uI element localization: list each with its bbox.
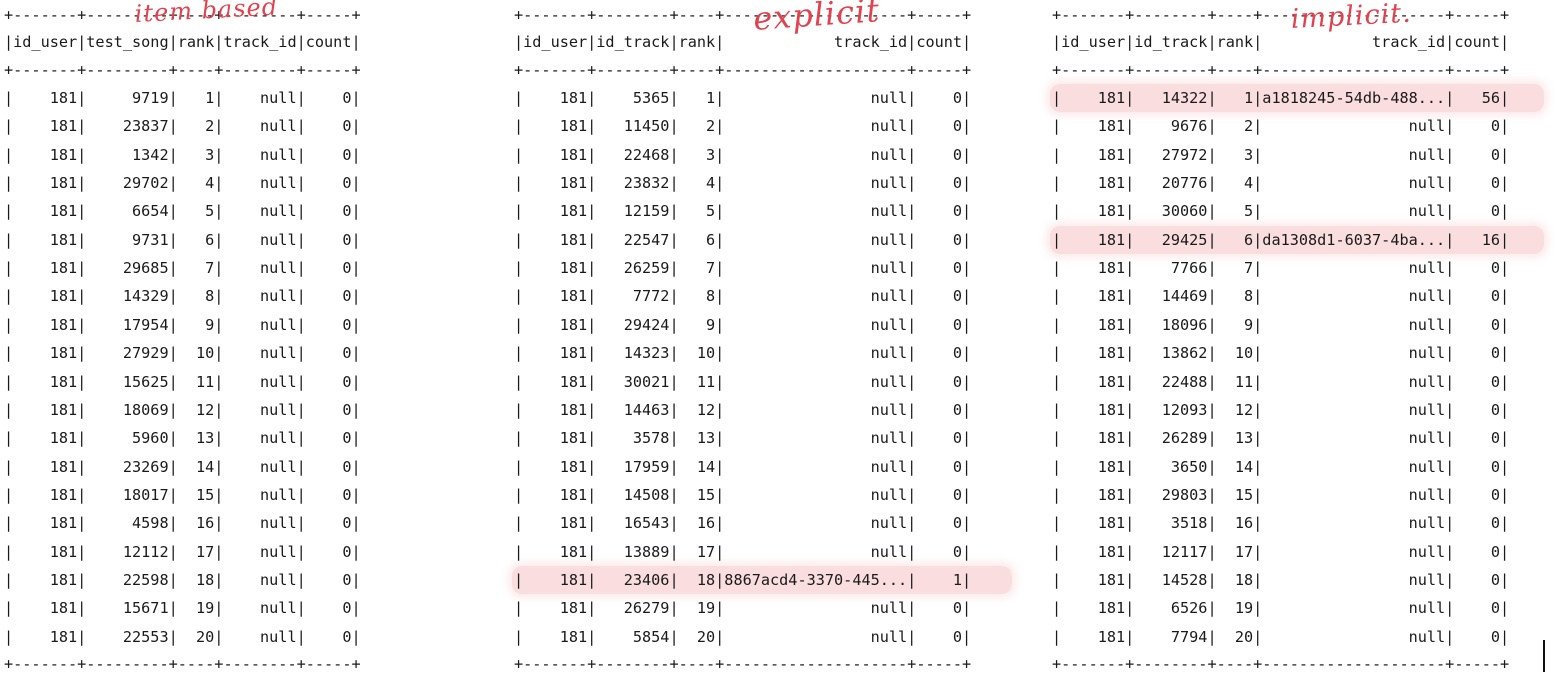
table-header: |id_user|id_track|rank| track_id|count| bbox=[1052, 33, 1510, 51]
table-row: | 181| 17959| 14| null| 0| bbox=[514, 457, 972, 476]
table-row: | 181| 4598| 16| null| 0| bbox=[4, 514, 361, 533]
table-border-top: +-------+--------+----+-----------------… bbox=[1052, 6, 1510, 24]
table-row: | 181| 18017| 15| null| 0| bbox=[4, 485, 361, 504]
table-row: | 181| 23832| 4| null| 0| bbox=[514, 174, 972, 193]
text-cursor bbox=[1543, 640, 1545, 672]
table-row: | 181| 27972| 3| null| 0| bbox=[1052, 145, 1510, 164]
table-row: | 181| 23406| 18|8867acd4-3370-445...| 1… bbox=[514, 570, 972, 589]
table-row: | 181| 5960| 13| null| 0| bbox=[4, 429, 361, 448]
table-row: | 181| 22553| 20| null| 0| bbox=[4, 627, 361, 646]
table-row: | 181| 15671| 19| null| 0| bbox=[4, 599, 361, 618]
table-row: | 181| 3650| 14| null| 0| bbox=[1052, 457, 1510, 476]
table-border-bottom: +-------+--------+----+-----------------… bbox=[514, 655, 972, 673]
table-row: | 181| 12093| 12| null| 0| bbox=[1052, 400, 1510, 419]
table-row: | 181| 22468| 3| null| 0| bbox=[514, 145, 972, 164]
table-row: | 181| 6654| 5| null| 0| bbox=[4, 202, 361, 221]
table-header: |id_user|test_song|rank|track_id|count| bbox=[4, 33, 361, 51]
table-row: | 181| 9676| 2| null| 0| bbox=[1052, 117, 1510, 136]
table-row: | 181| 7766| 7| null| 0| bbox=[1052, 259, 1510, 278]
table-border-bottom: +-------+--------+----+-----------------… bbox=[1052, 655, 1510, 673]
table-row: | 181| 18069| 12| null| 0| bbox=[4, 400, 361, 419]
table-row: | 181| 14322| 1|a1818245-54db-488...| 56… bbox=[1052, 89, 1510, 107]
table-row: | 181| 14329| 8| null| 0| bbox=[4, 287, 361, 306]
table-row: | 181| 23269| 14| null| 0| bbox=[4, 457, 361, 476]
table-row: | 181| 9719| 1| null| 0| bbox=[4, 89, 361, 107]
table-row: | 181| 26279| 19| null| 0| bbox=[514, 599, 972, 618]
table-row: | 181| 29685| 7| null| 0| bbox=[4, 259, 361, 278]
table-row: | 181| 6526| 19| null| 0| bbox=[1052, 599, 1510, 618]
table-row: | 181| 29424| 9| null| 0| bbox=[514, 315, 972, 334]
table-row: | 181| 7772| 8| null| 0| bbox=[514, 287, 972, 306]
table-row: | 181| 3518| 16| null| 0| bbox=[1052, 514, 1510, 533]
table-row: | 181| 29803| 15| null| 0| bbox=[1052, 485, 1510, 504]
table-row: | 181| 14323| 10| null| 0| bbox=[514, 344, 972, 363]
table-row: | 181| 29425| 6|da1308d1-6037-4ba...| 16… bbox=[1052, 230, 1510, 249]
table-row: | 181| 12117| 17| null| 0| bbox=[1052, 542, 1510, 561]
table-border-bottom: +-------+---------+----+--------+-----+ bbox=[4, 655, 361, 673]
table-row: | 181| 14508| 15| null| 0| bbox=[514, 485, 972, 504]
table-row: | 181| 16543| 16| null| 0| bbox=[514, 514, 972, 533]
table-header: |id_user|id_track|rank| track_id|count| bbox=[514, 33, 972, 51]
table-border-mid: +-------+--------+----+-----------------… bbox=[1052, 61, 1510, 79]
table-row: | 181| 5854| 20| null| 0| bbox=[514, 627, 972, 646]
table-row: | 181| 14463| 12| null| 0| bbox=[514, 400, 972, 419]
table-row: | 181| 5365| 1| null| 0| bbox=[514, 89, 972, 107]
table-row: | 181| 12112| 17| null| 0| bbox=[4, 542, 361, 561]
table-row: | 181| 20776| 4| null| 0| bbox=[1052, 174, 1510, 193]
table-row: | 181| 29702| 4| null| 0| bbox=[4, 174, 361, 193]
table-row: | 181| 9731| 6| null| 0| bbox=[4, 230, 361, 249]
table-row: | 181| 13862| 10| null| 0| bbox=[1052, 344, 1510, 363]
table-row: | 181| 30060| 5| null| 0| bbox=[1052, 202, 1510, 221]
table-border-mid: +-------+---------+----+--------+-----+ bbox=[4, 61, 361, 79]
table-row: | 181| 14528| 18| null| 0| bbox=[1052, 570, 1510, 589]
table-row: | 181| 13889| 17| null| 0| bbox=[514, 542, 972, 561]
table-row: | 181| 12159| 5| null| 0| bbox=[514, 202, 972, 221]
table-row: | 181| 1342| 3| null| 0| bbox=[4, 145, 361, 164]
table-row: | 181| 14469| 8| null| 0| bbox=[1052, 287, 1510, 306]
table-row: | 181| 22547| 6| null| 0| bbox=[514, 230, 972, 249]
table-row: | 181| 17954| 9| null| 0| bbox=[4, 315, 361, 334]
table-row: | 181| 3578| 13| null| 0| bbox=[514, 429, 972, 448]
table-row: | 181| 30021| 11| null| 0| bbox=[514, 372, 972, 391]
table-row: | 181| 18096| 9| null| 0| bbox=[1052, 315, 1510, 334]
table-row: | 181| 23837| 2| null| 0| bbox=[4, 117, 361, 136]
table-border-mid: +-------+--------+----+-----------------… bbox=[514, 61, 972, 79]
table-row: | 181| 26259| 7| null| 0| bbox=[514, 259, 972, 278]
table-row: | 181| 11450| 2| null| 0| bbox=[514, 117, 972, 136]
table-row: | 181| 7794| 20| null| 0| bbox=[1052, 627, 1510, 646]
table-row: | 181| 26289| 13| null| 0| bbox=[1052, 429, 1510, 448]
table-row: | 181| 22488| 11| null| 0| bbox=[1052, 372, 1510, 391]
table-border-top: +-------+--------+----+-----------------… bbox=[514, 6, 972, 24]
table-row: | 181| 15625| 11| null| 0| bbox=[4, 372, 361, 391]
table-row: | 181| 27929| 10| null| 0| bbox=[4, 344, 361, 363]
table-row: | 181| 22598| 18| null| 0| bbox=[4, 570, 361, 589]
